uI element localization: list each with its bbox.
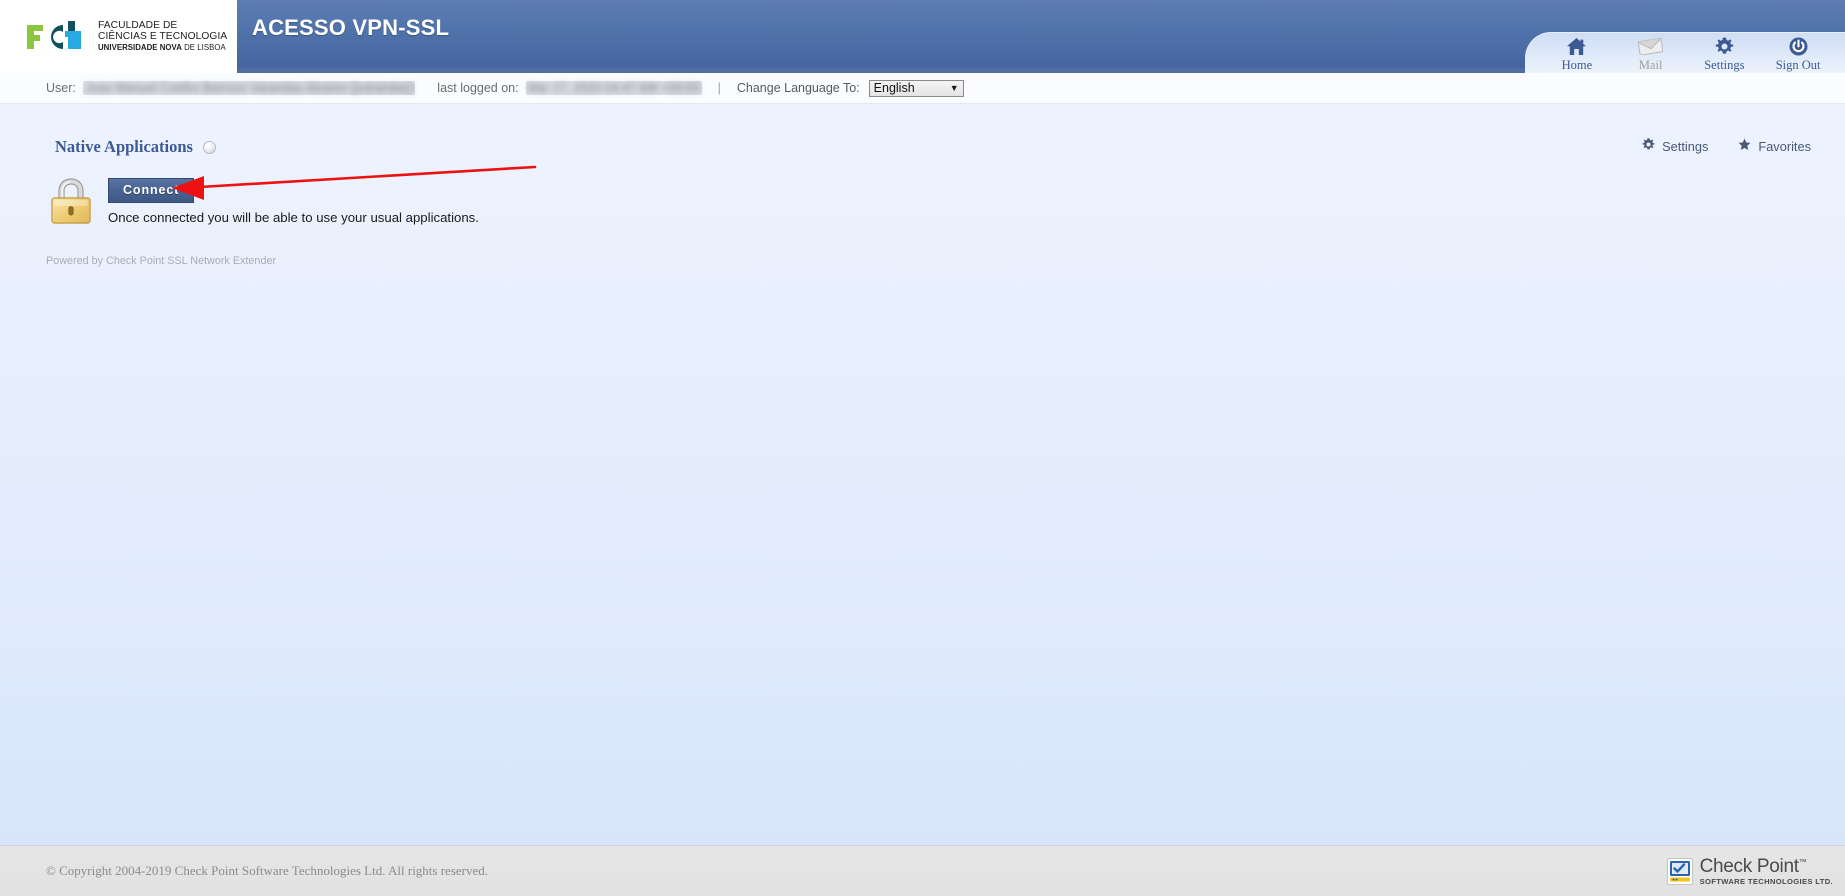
page-title: ACESSO VPN-SSL [252,15,450,40]
checkpoint-logo: Check Point™ SOFTWARE TECHNOLOGIES LTD. [1666,855,1839,886]
toolbar-settings-button[interactable]: Settings [1642,138,1708,154]
nav-item-home[interactable]: Home [1540,36,1614,73]
toolbar-favorites-button[interactable]: Favorites [1738,138,1811,154]
institution-name: FACULDADE DE CIÊNCIAS E TECNOLOGIA UNIVE… [98,20,228,52]
top-navigation: Home Mail Settings Sign Out [1525,32,1845,73]
toolbar-favorites-label: Favorites [1758,138,1811,154]
nav-label-settings: Settings [1704,58,1745,72]
user-label: User: [46,81,76,95]
language-select[interactable]: English ▼ [868,79,964,97]
page-header: FACULDADE DE CIÊNCIAS E TECNOLOGIA UNIVE… [0,0,1845,73]
connect-button[interactable]: Connect [108,178,195,203]
checkpoint-brand-name: Check Point™ [1699,855,1807,877]
nav-label-mail: Mail [1638,58,1663,72]
logo-line-2: CIÊNCIAS E TECNOLOGIA [98,30,228,42]
nav-label-home: Home [1561,58,1593,72]
logo-line-3-bold: UNIVERSIDADE NOVA [98,42,182,52]
mail-icon [1638,36,1664,57]
application-description: Once connected you will be able to use y… [108,210,479,225]
power-icon [1789,36,1808,57]
star-icon [1738,138,1751,154]
user-value: Joao Manuel Coelho Barroso Varandas Alva… [82,81,416,95]
nav-item-settings[interactable]: Settings [1688,36,1762,73]
trademark-symbol: ™ [1798,857,1807,867]
checkpoint-logo-icon [1666,857,1693,885]
copyright-text: © Copyright 2004-2019 Check Point Softwa… [46,863,488,878]
section-header: Native Applications Settings Favorites [0,104,1845,157]
nav-label-signout: Sign Out [1775,58,1821,72]
last-logged-value: Mar 17, 2020 04:47 AM +00:00 [525,81,702,95]
chevron-down-icon: ▼ [949,83,959,93]
section-title: Native Applications [55,137,193,156]
padlock-icon [51,178,91,224]
powered-by-text: Powered by Check Point SSL Network Exten… [46,255,277,267]
last-logged-label: last logged on: [437,81,519,95]
infobar-separator: | [717,81,721,95]
checkpoint-brand-sub: SOFTWARE TECHNOLOGIES LTD. [1699,876,1833,886]
user-info-bar: User: Joao Manuel Coelho Barroso Varanda… [0,73,1845,104]
language-label: Change Language To: [736,81,860,95]
gear-icon [1715,36,1734,57]
nav-item-mail[interactable]: Mail [1614,36,1688,73]
home-icon [1566,36,1587,57]
fct-logo-icon [27,20,81,49]
institution-logo: FACULDADE DE CIÊNCIAS E TECNOLOGIA UNIVE… [0,0,237,73]
logo-line-3: UNIVERSIDADE NOVA DE LISBOA [98,42,227,52]
toolbar-settings-label: Settings [1662,138,1709,154]
content-toolbar: Settings Favorites [1642,138,1811,154]
idle-circle-icon [202,140,216,154]
gear-icon [1642,138,1655,154]
main-content: Native Applications Settings Favorites C… [0,104,1845,267]
nav-item-signout[interactable]: Sign Out [1761,36,1835,73]
page-footer: © Copyright 2004-2019 Check Point Softwa… [0,845,1845,896]
language-selected-value: English [873,81,915,95]
native-application-details: Connect Once connected you will be able … [108,172,479,225]
native-application-row: Connect Once connected you will be able … [0,172,1845,225]
logo-line-3-rest: DE LISBOA [181,42,226,52]
